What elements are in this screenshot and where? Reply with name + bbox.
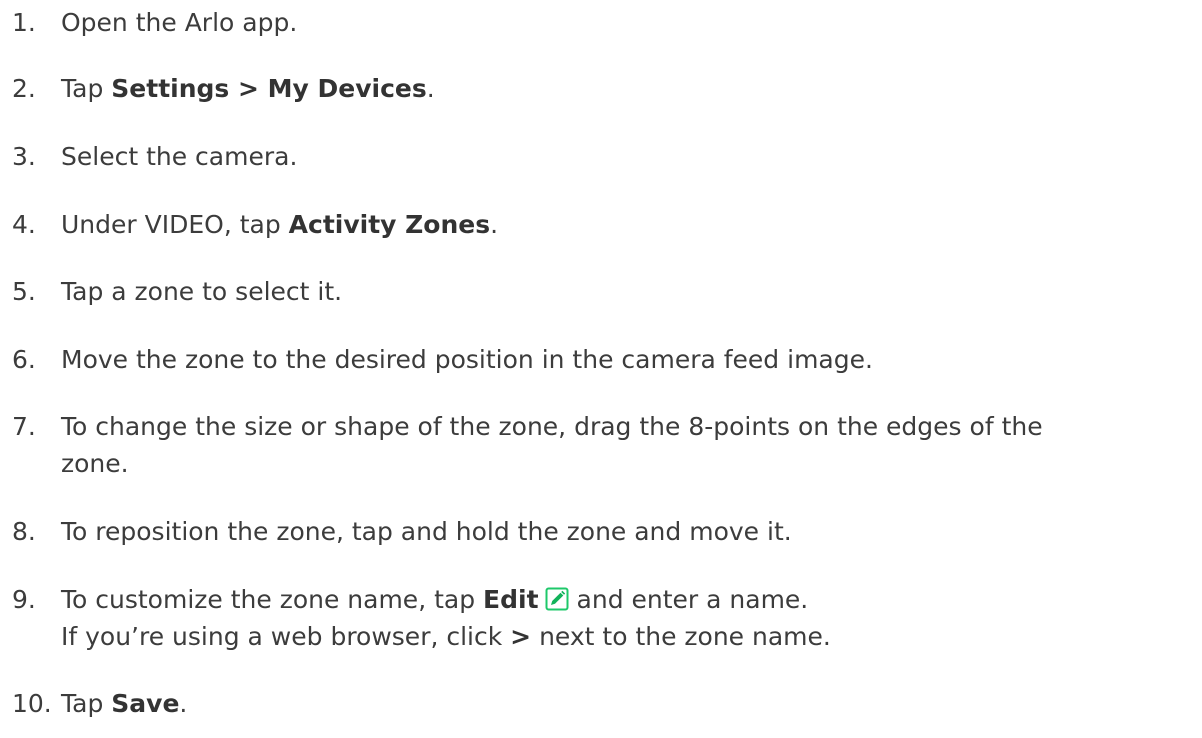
- menu-path: Settings > My Devices: [111, 74, 427, 103]
- step-number: 1.: [12, 8, 36, 37]
- step-number: 7.: [12, 412, 36, 441]
- activity-zones-label: Activity Zones: [288, 210, 491, 239]
- step-text: Tap a zone to select it.: [61, 277, 343, 306]
- step-number: 8.: [12, 517, 36, 546]
- step-number: 6.: [12, 345, 36, 374]
- step-text: Under VIDEO, tap Activity Zones.: [61, 210, 499, 239]
- edit-label: Edit: [483, 585, 539, 614]
- step-number: 10.: [12, 689, 52, 718]
- step-text: Tap Save.: [61, 689, 188, 718]
- step-text: Move the zone to the desired position in…: [61, 345, 873, 374]
- step-number: 3.: [12, 142, 36, 171]
- save-label: Save: [111, 689, 180, 718]
- step-text: Select the camera.: [61, 142, 298, 171]
- step-text: To change the size or shape of the zone,…: [61, 412, 1043, 478]
- step-text: Tap Settings > My Devices.: [61, 74, 435, 103]
- step-number: 5.: [12, 277, 36, 306]
- step-text: To customize the zone name, tap Edit and …: [61, 584, 831, 651]
- step-number: 9.: [12, 585, 36, 614]
- step-number: 2.: [12, 74, 36, 103]
- edit-pencil-icon: [545, 584, 569, 611]
- step-text: To reposition the zone, tap and hold the…: [61, 517, 792, 546]
- next-chevron-label: >: [510, 622, 532, 651]
- step-text: Open the Arlo app.: [61, 8, 298, 37]
- step-number: 4.: [12, 210, 36, 239]
